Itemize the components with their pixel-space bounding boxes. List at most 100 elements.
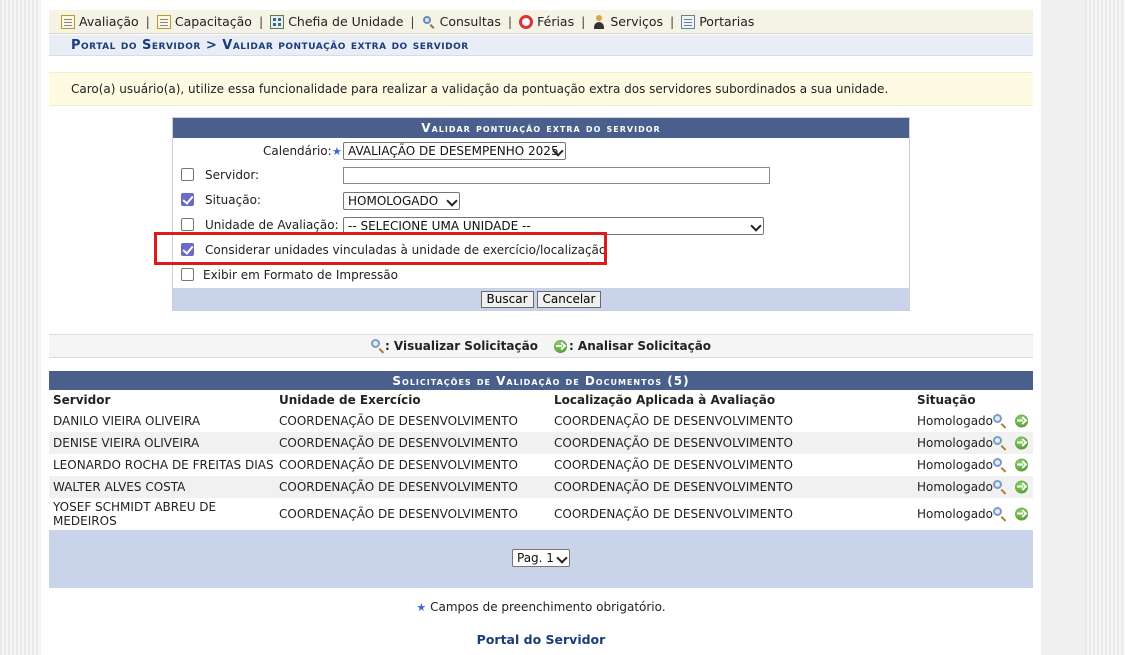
menu-item-consultas[interactable]: Consultas bbox=[422, 14, 501, 29]
unidade-select-value: -- SELECIONE UMA UNIDADE -- bbox=[348, 219, 531, 233]
row-servidor: DENISE VIEIRA OLIVEIRA bbox=[53, 436, 200, 450]
row-localizacao: COORDENAÇÃO DE DESENVOLVIMENTO bbox=[554, 507, 793, 521]
menu-item-ferias[interactable]: Férias bbox=[519, 14, 574, 29]
cancelar-button[interactable]: Cancelar bbox=[536, 290, 602, 308]
row-unidade: COORDENAÇÃO DE DESENVOLVIMENTO bbox=[279, 436, 518, 450]
person-icon bbox=[592, 14, 606, 29]
row-unidade: COORDENAÇÃO DE DESENVOLVIMENTO bbox=[279, 458, 518, 472]
calendario-select-value: AVALIAÇÃO DE DESEMPENHO 2025 bbox=[348, 144, 559, 158]
grid-icon bbox=[270, 14, 285, 29]
servidor-label: Servidor: bbox=[205, 168, 260, 182]
situacao-select-value: HOMOLOGADO bbox=[348, 194, 439, 208]
servidor-input[interactable] bbox=[343, 167, 770, 184]
unidade-checkbox[interactable] bbox=[181, 218, 194, 231]
unidade-label: Unidade de Avaliação: bbox=[205, 218, 339, 232]
row-servidor: LEONARDO ROCHA DE FREITAS DIAS bbox=[53, 458, 274, 472]
form-footer: Buscar Cancelar bbox=[173, 288, 909, 310]
row-unidade: COORDENAÇÃO DE DESENVOLVIMENTO bbox=[279, 414, 518, 428]
view-icon[interactable] bbox=[993, 458, 1007, 472]
analyze-icon[interactable] bbox=[1015, 414, 1028, 428]
calendario-select[interactable]: AVALIAÇÃO DE DESEMPENHO 2025 bbox=[343, 142, 566, 160]
table-header: Servidor Unidade de Exercício Localizaçã… bbox=[49, 390, 1033, 410]
menu-item-label: Capacitação bbox=[174, 14, 252, 29]
required-star-icon: ★ bbox=[416, 601, 427, 614]
menu-separator: | bbox=[581, 14, 586, 29]
menu-item-portarias[interactable]: Portarias bbox=[681, 14, 754, 29]
breadcrumb: Portal do Servidor > Validar pontuação e… bbox=[49, 35, 1033, 56]
search-form: Validar pontuação extra do servidor Cale… bbox=[172, 117, 910, 311]
situacao-select[interactable]: HOMOLOGADO bbox=[343, 192, 460, 210]
row-situacao: Homologado bbox=[917, 436, 994, 450]
menu-item-servicos[interactable]: Serviços bbox=[592, 14, 663, 29]
servidor-checkbox[interactable] bbox=[181, 168, 194, 181]
legend: : Visualizar Solicitação : Analisar Soli… bbox=[49, 334, 1033, 358]
highlight-box bbox=[154, 232, 607, 265]
table-row: YOSEF SCHMIDT ABREU DE MEDEIROS COORDENA… bbox=[49, 498, 1033, 530]
menu-separator: | bbox=[145, 14, 150, 29]
document-icon bbox=[156, 14, 171, 29]
footnote-text: Campos de preenchimento obrigatório. bbox=[430, 600, 666, 614]
chevron-down-icon bbox=[750, 220, 762, 232]
sheet-icon bbox=[681, 14, 696, 29]
row-localizacao: COORDENAÇÃO DE DESENVOLVIMENTO bbox=[554, 480, 793, 494]
row-situacao: Homologado bbox=[917, 507, 994, 521]
situacao-label: Situação: bbox=[205, 193, 261, 207]
menu-item-avaliacao[interactable]: Avaliação bbox=[61, 14, 139, 29]
green-arrow-icon bbox=[553, 339, 567, 353]
chevron-down-icon bbox=[446, 195, 458, 207]
view-icon[interactable] bbox=[993, 507, 1007, 521]
required-star-icon: ★ bbox=[332, 144, 342, 158]
impressao-row: Exibir em Formato de Impressão bbox=[173, 264, 909, 286]
impressao-label: Exibir em Formato de Impressão bbox=[203, 268, 398, 282]
row-localizacao: COORDENAÇÃO DE DESENVOLVIMENTO bbox=[554, 414, 793, 428]
view-icon[interactable] bbox=[993, 436, 1007, 450]
menu-item-label: Portarias bbox=[699, 14, 755, 29]
row-situacao: Homologado bbox=[917, 458, 994, 472]
page-select[interactable]: Pag. 1 bbox=[512, 549, 570, 567]
analyze-icon[interactable] bbox=[1015, 436, 1028, 450]
page: Avaliação | Capacitação | Chefia de Unid… bbox=[41, 0, 1041, 655]
row-situacao: Homologado bbox=[917, 414, 994, 428]
menu-separator: | bbox=[507, 14, 513, 29]
situacao-row: Situação: HOMOLOGADO bbox=[173, 189, 909, 211]
menu-item-capacitacao[interactable]: Capacitação bbox=[156, 14, 252, 29]
situacao-checkbox[interactable] bbox=[181, 193, 194, 206]
legend-visualizar: : Visualizar Solicitação bbox=[370, 339, 538, 353]
portal-servidor-link[interactable]: Portal do Servidor bbox=[41, 632, 1041, 647]
impressao-checkbox[interactable] bbox=[181, 268, 194, 281]
menu-item-chefia[interactable]: Chefia de Unidade bbox=[270, 14, 403, 29]
row-situacao: Homologado bbox=[917, 480, 994, 494]
analyze-icon[interactable] bbox=[1015, 507, 1028, 521]
column-header-unidade: Unidade de Exercício bbox=[279, 393, 421, 407]
analyze-icon[interactable] bbox=[1015, 480, 1028, 494]
view-icon[interactable] bbox=[993, 480, 1007, 494]
required-footnote: ★ Campos de preenchimento obrigatório. bbox=[41, 600, 1041, 614]
table-row: DENISE VIEIRA OLIVEIRA COORDENAÇÃO DE DE… bbox=[49, 432, 1033, 454]
table-row: DANILO VIEIRA OLIVEIRA COORDENAÇÃO DE DE… bbox=[49, 410, 1033, 432]
row-servidor: YOSEF SCHMIDT ABREU DE MEDEIROS bbox=[53, 500, 217, 528]
row-servidor: WALTER ALVES COSTA bbox=[53, 480, 186, 494]
info-message: Caro(a) usuário(a), utilize essa funcion… bbox=[49, 72, 1033, 106]
table-title: Solicitações de Validação de Documentos … bbox=[49, 371, 1033, 390]
menu-item-label: Férias bbox=[537, 14, 575, 29]
calendario-label: Calendário: bbox=[263, 144, 332, 158]
menu-item-label: Serviços bbox=[610, 14, 663, 29]
calendario-row: Calendário: ★ AVALIAÇÃO DE DESEMPENHO 20… bbox=[173, 140, 909, 162]
form-title: Validar pontuação extra do servidor bbox=[173, 118, 909, 138]
analyze-icon[interactable] bbox=[1015, 458, 1028, 472]
buscar-button[interactable]: Buscar bbox=[480, 290, 534, 308]
row-servidor: DANILO VIEIRA OLIVEIRA bbox=[53, 414, 201, 428]
row-unidade: COORDENAÇÃO DE DESENVOLVIMENTO bbox=[279, 480, 518, 494]
menu-separator: | bbox=[670, 14, 675, 29]
menu-item-label: Consultas bbox=[439, 14, 501, 29]
menu-separator: | bbox=[410, 14, 415, 29]
column-header-localizacao: Localização Aplicada à Avaliação bbox=[554, 393, 776, 407]
top-menu: Avaliação | Capacitação | Chefia de Unid… bbox=[49, 10, 1033, 34]
view-icon[interactable] bbox=[993, 414, 1007, 428]
legend-visualizar-label: : Visualizar Solicitação bbox=[384, 339, 538, 353]
left-background bbox=[0, 0, 40, 655]
menu-separator: | bbox=[258, 14, 264, 29]
servidor-row: Servidor: bbox=[173, 164, 909, 186]
row-unidade: COORDENAÇÃO DE DESENVOLVIMENTO bbox=[279, 507, 518, 521]
menu-item-label: Avaliação bbox=[79, 14, 139, 29]
